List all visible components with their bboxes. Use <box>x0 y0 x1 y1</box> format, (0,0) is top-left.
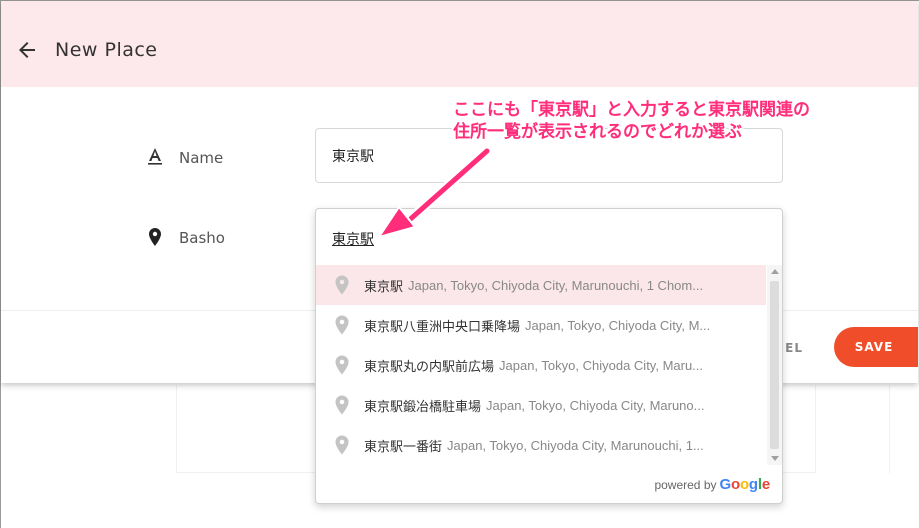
suggestion-main: 東京駅 <box>364 278 404 294</box>
suggestion-item[interactable]: 東京駅 Japan, Tokyo, Chiyoda City, Marunouc… <box>316 265 766 305</box>
annotation-line: 住所一覧が表示されるのでどれか選ぶ <box>453 122 742 141</box>
suggestion-item[interactable]: 東京駅八重洲中央口乗降場 Japan, Tokyo, Chiyoda City,… <box>316 305 766 345</box>
place-pin-icon <box>335 435 349 455</box>
scroll-up-arrow-icon[interactable] <box>771 269 779 274</box>
location-pin-icon <box>149 228 161 246</box>
save-button[interactable]: SAVE <box>834 327 918 367</box>
suggestion-item[interactable]: 東京駅丸の内駅前広場 Japan, Tokyo, Chiyoda City, M… <box>316 345 766 385</box>
suggestion-item[interactable]: 東京駅鍛冶橋駐車場 Japan, Tokyo, Chiyoda City, Ma… <box>316 385 766 425</box>
dialog-header: New Place <box>1 1 918 87</box>
suggestion-main: 東京駅鍛冶橋駐車場 <box>364 398 482 414</box>
suggestion-scrollbar[interactable] <box>767 265 782 465</box>
place-pin-icon <box>335 315 349 335</box>
suggestion-secondary: Japan, Tokyo, Chiyoda City, Marunouchi, … <box>408 277 704 293</box>
basho-input[interactable]: 東京駅 <box>332 229 374 249</box>
place-pin-icon <box>335 395 349 415</box>
name-label: Name <box>179 149 224 167</box>
suggestion-list: 東京駅 Japan, Tokyo, Chiyoda City, Marunouc… <box>316 265 766 465</box>
annotation-callout: ここにも「東京駅」と入力すると東京駅関連の 住所一覧が表示されるのでどれか選ぶ <box>453 99 810 143</box>
powered-by-text: powered by <box>654 478 717 492</box>
basho-label: Basho <box>179 229 225 247</box>
suggestion-secondary: Japan, Tokyo, Chiyoda City, Maru... <box>499 357 704 373</box>
arrow-left-icon[interactable] <box>15 38 39 62</box>
place-pin-icon <box>335 275 349 295</box>
suggestion-main: 東京駅八重洲中央口乗降場 <box>364 318 521 334</box>
scroll-down-arrow-icon[interactable] <box>771 456 779 461</box>
suggestion-secondary: Japan, Tokyo, Chiyoda City, Marunouchi, … <box>447 437 704 453</box>
annotation-line: ここにも「東京駅」と入力すると東京駅関連の <box>453 100 810 119</box>
scroll-thumb[interactable] <box>770 281 779 449</box>
suggestion-secondary: Japan, Tokyo, Chiyoda City, M... <box>525 317 711 333</box>
text-format-icon <box>148 148 162 165</box>
google-logo: Google <box>719 476 771 493</box>
suggestion-main: 東京駅一番街 <box>364 438 443 454</box>
suggestion-item[interactable]: 東京駅一番街 Japan, Tokyo, Chiyoda City, Marun… <box>316 425 766 465</box>
place-autocomplete: 東京駅 東京駅 Japan, Tokyo, Chiyoda City, Maru… <box>315 208 783 504</box>
place-pin-icon <box>335 355 349 375</box>
page-title: New Place <box>55 39 158 61</box>
background-card-edge <box>889 385 919 473</box>
suggestion-main: 東京駅丸の内駅前広場 <box>364 358 495 374</box>
powered-by-google: powered by Google <box>654 476 770 493</box>
suggestion-secondary: Japan, Tokyo, Chiyoda City, Maruno... <box>486 397 705 413</box>
